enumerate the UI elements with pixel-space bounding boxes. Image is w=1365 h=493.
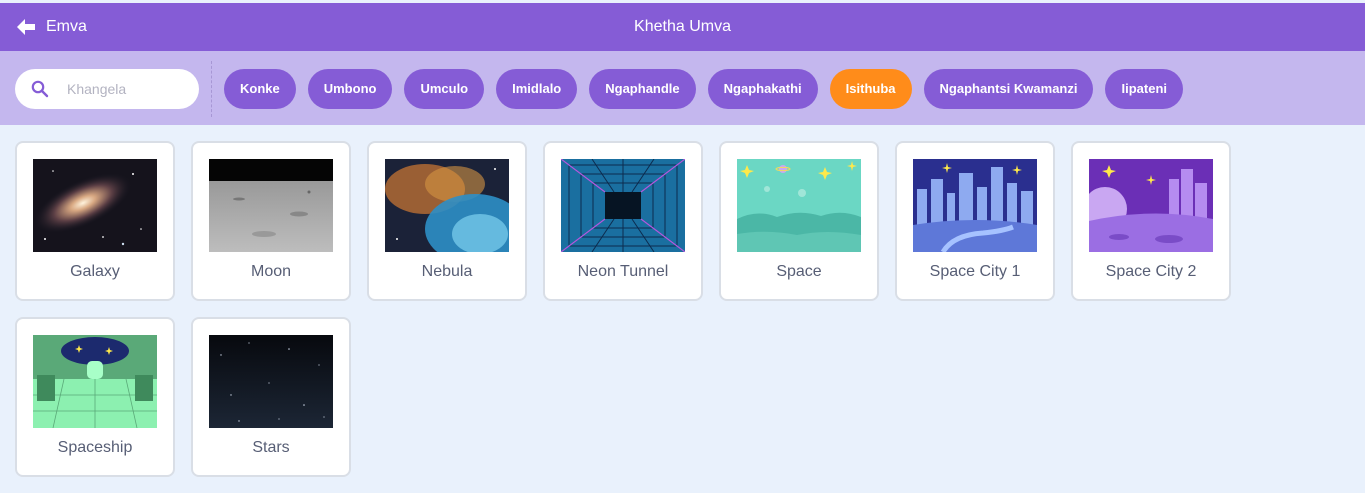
filter-bar: Konke Umbono Umculo Imidlalo Ngaphandle … (0, 51, 1365, 125)
space-city-1-thumbnail (913, 159, 1037, 252)
tag-ngaphakathi[interactable]: Ngaphakathi (707, 69, 818, 109)
stars-thumbnail (209, 335, 333, 428)
tag-iipateni[interactable]: Iipateni (1105, 69, 1183, 109)
tag-konke[interactable]: Konke (224, 69, 296, 109)
spaceship-thumbnail (33, 335, 157, 428)
backdrop-label: Neon Tunnel (577, 263, 669, 280)
backdrop-label: Space City 2 (1105, 263, 1197, 280)
backdrop-card-neon-tunnel[interactable]: Neon Tunnel (543, 141, 703, 301)
space-city-2-thumbnail (1089, 159, 1213, 252)
search-box (15, 69, 199, 109)
backdrop-card-spaceship[interactable]: Spaceship (15, 317, 175, 477)
moon-thumbnail (209, 159, 333, 252)
space-thumbnail (737, 159, 861, 252)
page-title: Khetha Umva (634, 18, 731, 35)
backdrop-label: Stars (252, 439, 290, 456)
backdrop-label: Moon (250, 263, 292, 280)
tag-list: Konke Umbono Umculo Imidlalo Ngaphandle … (224, 69, 1183, 109)
tag-ngaphantsi-kwamanzi[interactable]: Ngaphantsi Kwamanzi (923, 69, 1094, 109)
backdrop-label: Space (776, 263, 822, 280)
divider (211, 61, 212, 117)
backdrop-label: Space City 1 (929, 263, 1021, 280)
backdrop-label: Galaxy (70, 263, 120, 280)
header-bar: Emva Khetha Umva (0, 3, 1365, 51)
back-label: Emva (46, 18, 87, 35)
tag-ngaphandle[interactable]: Ngaphandle (589, 69, 696, 109)
nebula-thumbnail (385, 159, 509, 252)
backdrop-card-space[interactable]: Space (719, 141, 879, 301)
search-icon (31, 80, 49, 98)
backdrop-grid: Galaxy Moon Nebula Neon Tunnel Space Spa… (15, 141, 1355, 477)
tag-umculo[interactable]: Umculo (404, 69, 485, 109)
backdrop-card-space-city-1[interactable]: Space City 1 (895, 141, 1055, 301)
backdrop-card-galaxy[interactable]: Galaxy (15, 141, 175, 301)
arrow-left-icon (17, 19, 35, 35)
search-input[interactable] (65, 69, 195, 109)
tag-imidlalo[interactable]: Imidlalo (496, 69, 578, 109)
backdrop-label: Nebula (421, 263, 473, 280)
backdrop-card-moon[interactable]: Moon (191, 141, 351, 301)
neon-tunnel-thumbnail (561, 159, 685, 252)
tag-isithuba[interactable]: Isithuba (829, 69, 912, 109)
backdrop-label: Spaceship (57, 439, 133, 456)
backdrop-card-space-city-2[interactable]: Space City 2 (1071, 141, 1231, 301)
back-button[interactable]: Emva (16, 3, 87, 51)
tag-umbono[interactable]: Umbono (307, 69, 393, 109)
backdrop-card-stars[interactable]: Stars (191, 317, 351, 477)
backdrop-card-nebula[interactable]: Nebula (367, 141, 527, 301)
galaxy-thumbnail (33, 159, 157, 252)
